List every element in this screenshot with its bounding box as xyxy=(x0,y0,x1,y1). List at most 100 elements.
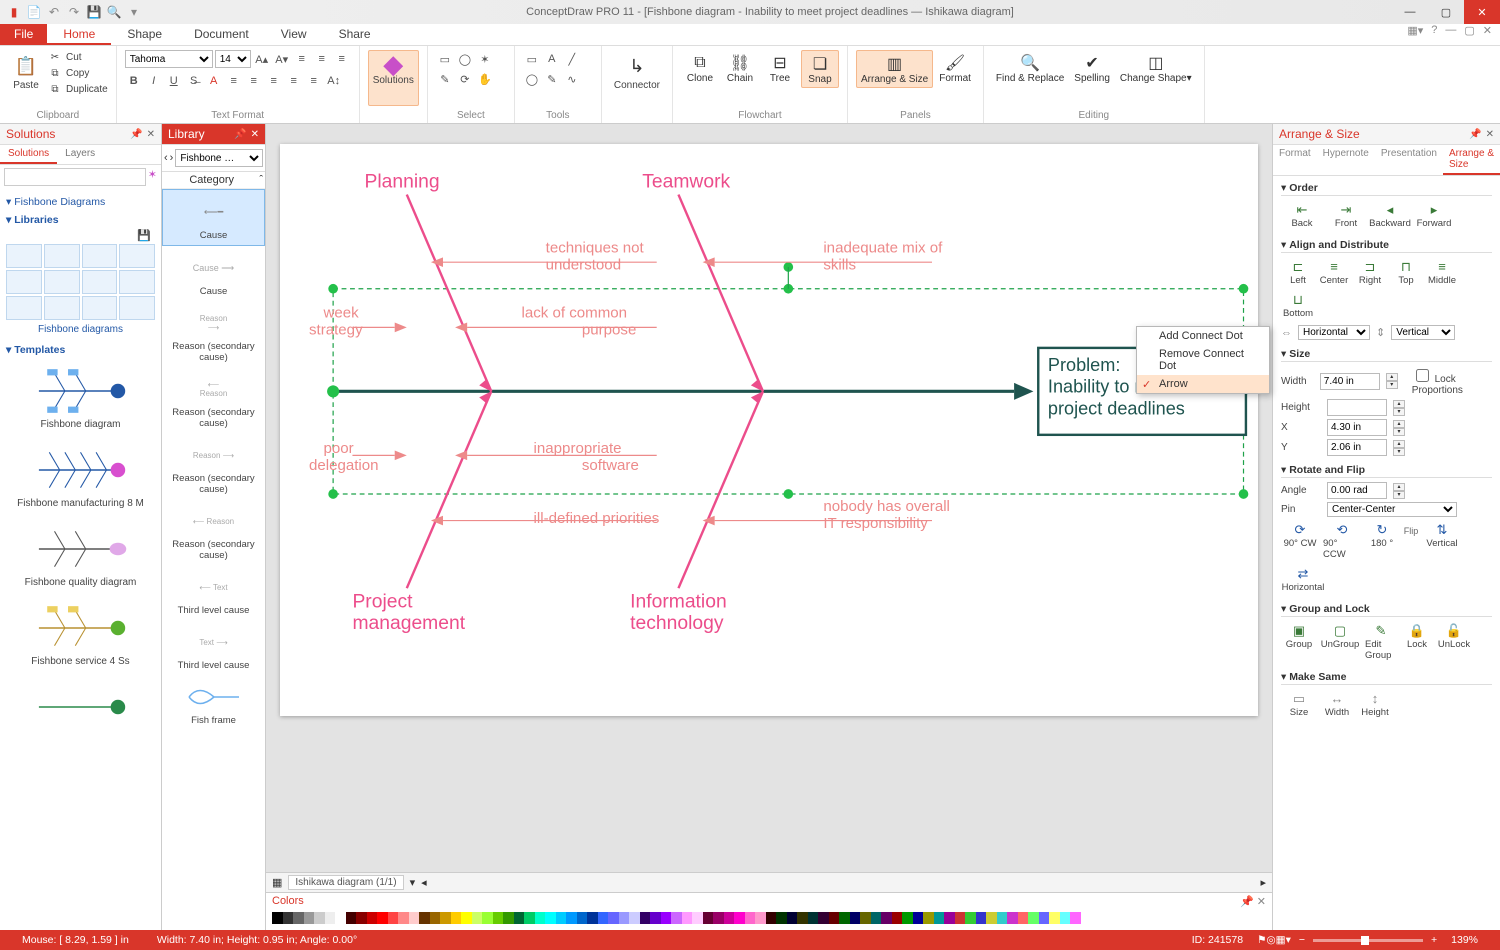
color-swatch[interactable] xyxy=(913,912,924,924)
angle-input[interactable] xyxy=(1327,482,1387,499)
doc-tab[interactable]: Ishikawa diagram (1/1) xyxy=(288,875,403,890)
color-swatch[interactable] xyxy=(314,912,325,924)
btn-unlock[interactable]: 🔓UnLock xyxy=(1435,621,1473,663)
lib-cell[interactable] xyxy=(44,270,80,294)
color-swatch[interactable] xyxy=(293,912,304,924)
lib-item-third1[interactable]: ⟵ TextThird level cause xyxy=(162,565,265,620)
btn-180[interactable]: ↻180 ° xyxy=(1365,520,1399,562)
tab-shape[interactable]: Shape xyxy=(111,24,178,45)
align-justify-icon[interactable]: ≡ xyxy=(285,72,303,90)
color-swatch[interactable] xyxy=(839,912,850,924)
spin-down[interactable]: ▾ xyxy=(1393,408,1405,416)
rect-icon[interactable]: ▭ xyxy=(523,50,541,68)
color-swatch[interactable] xyxy=(272,912,283,924)
color-swatch[interactable] xyxy=(556,912,567,924)
sec-align[interactable]: Align and Distribute xyxy=(1281,239,1492,253)
color-swatch[interactable] xyxy=(409,912,420,924)
color-swatch[interactable] xyxy=(566,912,577,924)
color-swatch[interactable] xyxy=(440,912,451,924)
color-swatch[interactable] xyxy=(955,912,966,924)
italic-icon[interactable]: I xyxy=(145,72,163,90)
btn-align-center[interactable]: ≡Center xyxy=(1317,257,1351,288)
solutions-button[interactable]: ◆ Solutions xyxy=(368,50,419,106)
sec-rotate[interactable]: Rotate and Flip xyxy=(1281,464,1492,478)
color-swatch[interactable] xyxy=(587,912,598,924)
underline-icon[interactable]: U xyxy=(165,72,183,90)
lib-item-reason1[interactable]: Reason⟶Reason (secondary cause) xyxy=(162,301,265,367)
rtab-hypernote[interactable]: Hypernote xyxy=(1317,145,1375,175)
color-swatch[interactable] xyxy=(619,912,630,924)
qat-open-icon[interactable]: 📄 xyxy=(26,4,42,20)
btn-align-top[interactable]: ⊓Top xyxy=(1389,257,1423,288)
direction-icon[interactable]: A↕ xyxy=(325,72,343,90)
btn-back[interactable]: ⇤Back xyxy=(1281,200,1323,231)
lock-prop-check[interactable] xyxy=(1416,369,1429,382)
lib-item-reason3[interactable]: Reason ⟶Reason (secondary cause) xyxy=(162,433,265,499)
lib-cell[interactable] xyxy=(6,296,42,320)
btn-align-left[interactable]: ⊏Left xyxy=(1281,257,1315,288)
library-thumbnails[interactable] xyxy=(4,242,157,322)
color-swatch[interactable] xyxy=(724,912,735,924)
color-swatch[interactable] xyxy=(640,912,651,924)
btn-front[interactable]: ⇥Front xyxy=(1325,200,1367,231)
color-swatch[interactable] xyxy=(535,912,546,924)
close-panel-icon[interactable]: ✕ xyxy=(147,129,155,140)
pin-icon[interactable]: 📌 xyxy=(234,129,246,140)
color-swatch[interactable] xyxy=(461,912,472,924)
find-button[interactable]: 🔍Find & Replace xyxy=(992,50,1068,86)
color-swatch[interactable] xyxy=(850,912,861,924)
close-panel-icon[interactable]: ✕ xyxy=(1257,896,1266,908)
color-swatch[interactable] xyxy=(871,912,882,924)
color-swatch[interactable] xyxy=(1039,912,1050,924)
sec-order[interactable]: Order xyxy=(1281,182,1492,196)
cm-add-dot[interactable]: Add Connect Dot xyxy=(1137,327,1269,345)
valign-top-icon[interactable]: ≡ xyxy=(293,50,311,68)
qat-undo-icon[interactable]: ↶ xyxy=(46,4,62,20)
bone-it[interactable] xyxy=(678,391,763,588)
lib-cell[interactable] xyxy=(119,296,155,320)
close-panel-icon[interactable]: ✕ xyxy=(251,129,259,140)
tab-home[interactable]: Home xyxy=(47,24,111,45)
color-swatch[interactable] xyxy=(818,912,829,924)
zoom-out-icon[interactable]: − xyxy=(1299,934,1305,946)
color-swatch[interactable] xyxy=(545,912,556,924)
ellipse-icon[interactable]: ◯ xyxy=(523,70,541,88)
x-input[interactable] xyxy=(1327,419,1387,436)
valign-mid-icon[interactable]: ≡ xyxy=(313,50,331,68)
qat-preview-icon[interactable]: 🔍 xyxy=(106,4,122,20)
y-input[interactable] xyxy=(1327,439,1387,456)
align-right-icon[interactable]: ≡ xyxy=(265,72,283,90)
zoom-slider[interactable] xyxy=(1313,939,1423,942)
pin-icon[interactable]: 📌 xyxy=(1469,129,1481,140)
template-item[interactable]: Fishbone service 4 Ss xyxy=(4,596,157,675)
solutions-search[interactable] xyxy=(4,168,146,186)
copy-button[interactable]: ⧉Copy xyxy=(48,66,108,80)
color-swatch[interactable] xyxy=(703,912,714,924)
fontcolor-icon[interactable]: A xyxy=(205,72,223,90)
color-swatch[interactable] xyxy=(787,912,798,924)
color-swatch[interactable] xyxy=(493,912,504,924)
tab-drop-icon[interactable]: ▾ xyxy=(410,876,416,889)
color-swatch[interactable] xyxy=(1060,912,1071,924)
btn-90ccw[interactable]: ⟲90° CCW xyxy=(1321,520,1363,562)
qat-dropdown-icon[interactable]: ▾ xyxy=(126,4,142,20)
color-swatch[interactable] xyxy=(892,912,903,924)
align-left-icon[interactable]: ≡ xyxy=(225,72,243,90)
color-swatch[interactable] xyxy=(608,912,619,924)
qat-redo-icon[interactable]: ↷ xyxy=(66,4,82,20)
lib-item-frame[interactable]: Fish frame xyxy=(162,675,265,730)
status-target-icon[interactable]: ◎ xyxy=(1266,934,1275,946)
color-swatch[interactable] xyxy=(1007,912,1018,924)
cut-button[interactable]: ✂Cut xyxy=(48,50,108,64)
btn-align-middle[interactable]: ≡Middle xyxy=(1425,257,1459,288)
save-lib-icon[interactable]: 💾 xyxy=(137,230,151,242)
canvas-scroll[interactable]: Problem: Inability to meet project deadl… xyxy=(266,124,1272,872)
library-select[interactable]: Fishbone … xyxy=(175,149,263,167)
size-select[interactable]: 14 xyxy=(215,50,251,68)
color-swatch[interactable] xyxy=(902,912,913,924)
lib-back-icon[interactable]: ‹ xyxy=(164,152,168,164)
rtab-format[interactable]: Format xyxy=(1273,145,1317,175)
tab-add-icon[interactable]: ▦ xyxy=(272,876,282,889)
color-swatch[interactable] xyxy=(776,912,787,924)
ribbon-close-icon[interactable]: ✕ xyxy=(1483,24,1492,45)
